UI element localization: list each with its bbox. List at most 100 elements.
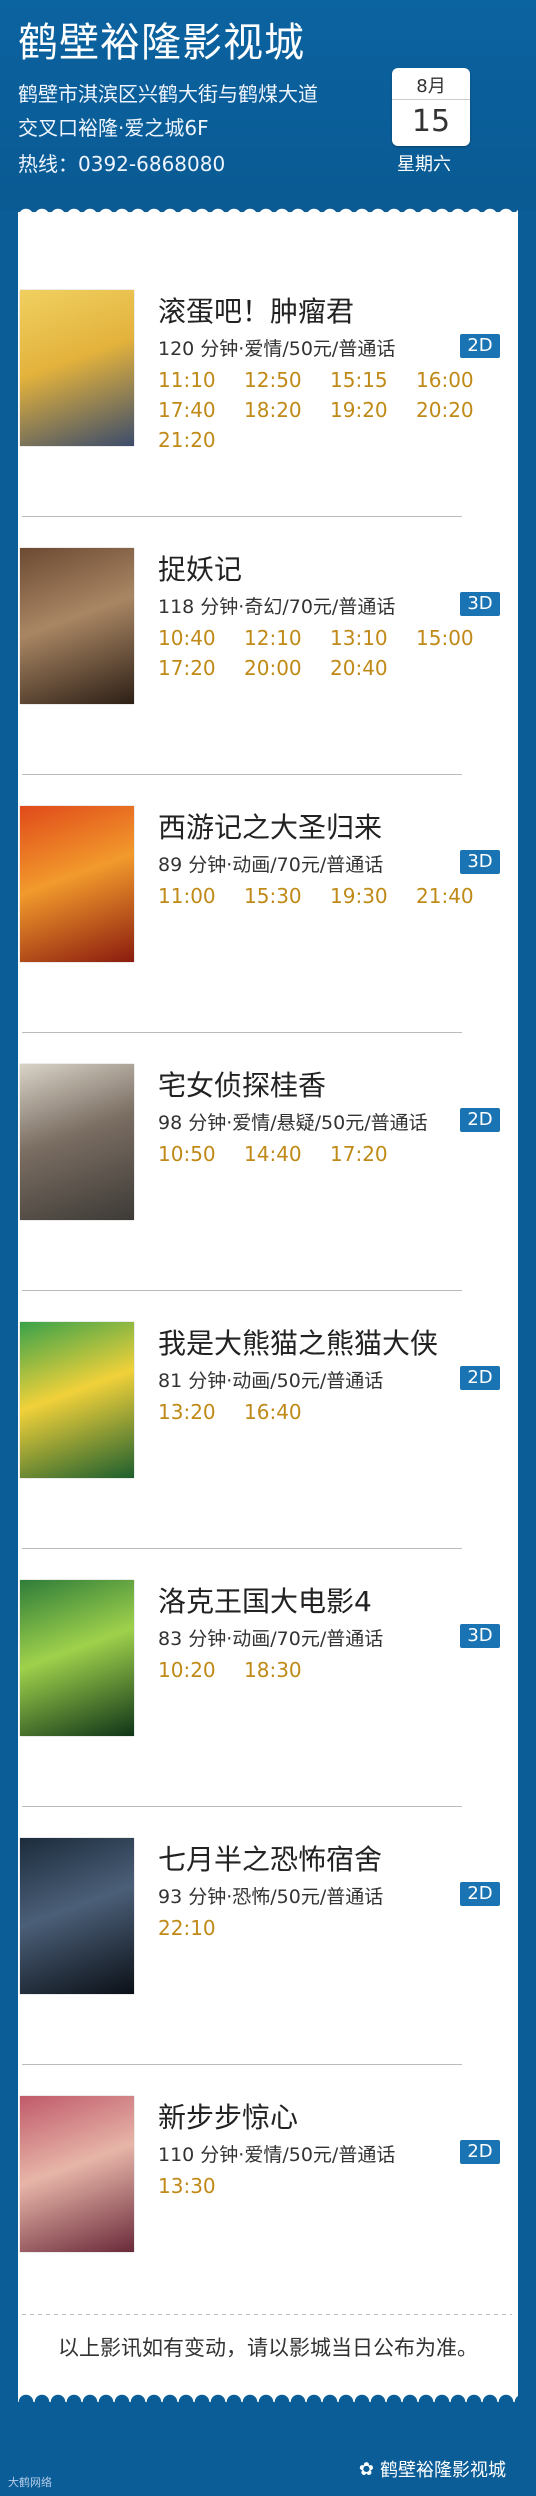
date-box: 8月 15: [392, 68, 470, 146]
watermark: 大鹤网络: [8, 2476, 52, 2489]
showtime[interactable]: 21:40: [416, 884, 492, 908]
format-badge: 3D: [460, 850, 500, 874]
showtime[interactable]: 10:20: [158, 1658, 234, 1682]
format-badge: 2D: [460, 1108, 500, 1132]
showtime[interactable]: 20:40: [330, 656, 406, 680]
movie-title[interactable]: 我是大熊猫之熊猫大侠: [158, 1322, 438, 1362]
poster-art: [20, 290, 134, 446]
movie-entry[interactable]: 我是大熊猫之熊猫大侠 81 分钟·动画/50元/普通话 2D 13:20 16:40: [18, 1322, 518, 1580]
weekday: 星期六: [397, 154, 451, 175]
movie-poster[interactable]: [20, 2096, 134, 2252]
format-badge: 3D: [460, 1624, 500, 1648]
poster-art: [20, 806, 134, 962]
showtimes: 10:50 14:40 17:20: [158, 1142, 488, 1166]
movie-title[interactable]: 七月半之恐怖宿舍: [158, 1838, 382, 1878]
movie-entry[interactable]: 宅女侦探桂香 98 分钟·爱情/悬疑/50元/普通话 2D 10:50 14:40 17:…: [18, 1064, 518, 1322]
date-month: 8月: [392, 68, 470, 100]
header: 鹤壁裕隆影视城 鹤壁市淇滨区兴鹤大街与鹤煤大道 交叉口裕隆·爱之城6F 热线：0…: [0, 0, 536, 210]
date-day: 15: [411, 104, 451, 139]
movie-info: 93 分钟·恐怖/50元/普通话: [158, 1886, 384, 1908]
movie-entry[interactable]: 洛克王国大电影4 83 分钟·动画/70元/普通话 3D 10:20 18:30: [18, 1580, 518, 1838]
movie-title[interactable]: 洛克王国大电影4: [158, 1580, 372, 1620]
showtime[interactable]: 20:00: [244, 656, 320, 680]
movie-title[interactable]: 新步步惊心: [158, 2096, 298, 2136]
address-line1: 鹤壁市淇滨区兴鹤大街与鹤煤大道: [18, 82, 318, 106]
ticket-edge-bottom: [18, 2386, 518, 2402]
hotline: 热线：0392-6868080: [18, 152, 226, 176]
movie-info: 83 分钟·动画/70元/普通话: [158, 1628, 384, 1650]
showtime[interactable]: 10:40: [158, 626, 234, 650]
showtime[interactable]: 14:40: [244, 1142, 320, 1166]
format-badge: 3D: [460, 592, 500, 616]
poster-art: [20, 1580, 134, 1736]
format-badge: 2D: [460, 334, 500, 358]
showtime[interactable]: 11:00: [158, 884, 234, 908]
showtime[interactable]: 13:10: [330, 626, 406, 650]
movie-divider: [22, 774, 462, 775]
showtime[interactable]: 12:10: [244, 626, 320, 650]
poster-art: [20, 1064, 134, 1220]
showtimes: 13:30: [158, 2174, 488, 2198]
footer-account-name: 鹤壁裕隆影视城: [380, 2460, 506, 2481]
showtimes: 13:20 16:40: [158, 1400, 488, 1424]
movie-info: 81 分钟·动画/50元/普通话: [158, 1370, 384, 1392]
poster-art: [20, 2096, 134, 2252]
movie-info: 110 分钟·爱情/50元/普通话: [158, 2144, 396, 2166]
showtime[interactable]: 10:50: [158, 1142, 234, 1166]
showtimes: 10:20 18:30: [158, 1658, 488, 1682]
showtime[interactable]: 15:00: [416, 626, 492, 650]
movie-divider: [22, 516, 462, 517]
showtime[interactable]: 17:20: [330, 1142, 406, 1166]
poster-art: [20, 1322, 134, 1478]
notice-divider: [22, 2314, 512, 2315]
address-line2: 交叉口裕隆·爱之城6F: [18, 116, 209, 140]
movie-info: 118 分钟·奇幻/70元/普通话: [158, 596, 396, 618]
movie-divider: [22, 1548, 462, 1549]
movie-entry[interactable]: 七月半之恐怖宿舍 93 分钟·恐怖/50元/普通话 2D 22:10: [18, 1838, 518, 2096]
movie-poster[interactable]: [20, 1064, 134, 1220]
showtime[interactable]: 11:10: [158, 368, 234, 392]
format-badge: 2D: [460, 2140, 500, 2164]
showtime[interactable]: 18:20: [244, 398, 320, 422]
showtime[interactable]: 21:20: [158, 428, 234, 452]
showtime[interactable]: 16:00: [416, 368, 492, 392]
movie-info: 98 分钟·爱情/悬疑/50元/普通话: [158, 1112, 428, 1134]
showtime[interactable]: 18:30: [244, 1658, 320, 1682]
showtime[interactable]: 19:20: [330, 398, 406, 422]
movie-divider: [22, 1032, 462, 1033]
format-badge: 2D: [460, 1366, 500, 1390]
showtime[interactable]: 15:15: [330, 368, 406, 392]
movie-info: 89 分钟·动画/70元/普通话: [158, 854, 384, 876]
movie-title[interactable]: 捉妖记: [158, 548, 242, 588]
wechat-icon: ✿: [358, 2458, 374, 2480]
movie-entry[interactable]: 新步步惊心 110 分钟·爱情/50元/普通话 2D 13:30: [18, 2096, 518, 2354]
movie-entry[interactable]: 捉妖记 118 分钟·奇幻/70元/普通话 3D 10:40 12:10 13:10 15:…: [18, 548, 518, 806]
showtime[interactable]: 13:30: [158, 2174, 234, 2198]
showtime[interactable]: 22:10: [158, 1916, 234, 1940]
showtime[interactable]: 17:40: [158, 398, 234, 422]
showtime[interactable]: 16:40: [244, 1400, 320, 1424]
showtime[interactable]: 15:30: [244, 884, 320, 908]
showtime[interactable]: 13:20: [158, 1400, 234, 1424]
movie-divider: [22, 2064, 462, 2065]
movie-poster[interactable]: [20, 806, 134, 962]
showtime[interactable]: 17:20: [158, 656, 234, 680]
movie-entry[interactable]: 西游记之大圣归来 89 分钟·动画/70元/普通话 3D 11:00 15:30 19:3…: [18, 806, 518, 1064]
format-badge: 2D: [460, 1882, 500, 1906]
movie-title[interactable]: 滚蛋吧！肿瘤君: [158, 290, 354, 330]
showtime[interactable]: 19:30: [330, 884, 406, 908]
showtimes: 11:10 12:50 15:15 16:00 17:40 18:20 19:20 20:20…: [158, 368, 488, 452]
movie-poster[interactable]: [20, 548, 134, 704]
showtime[interactable]: 12:50: [244, 368, 320, 392]
movie-entry[interactable]: 滚蛋吧！肿瘤君 120 分钟·爱情/50元/普通话 2D 11:10 12:50 15:1…: [18, 290, 518, 548]
showtimes: 22:10: [158, 1916, 488, 1940]
movie-poster[interactable]: [20, 1580, 134, 1736]
poster-art: [20, 1838, 134, 1994]
movie-poster[interactable]: [20, 290, 134, 446]
movie-poster[interactable]: [20, 1838, 134, 1994]
movie-title[interactable]: 宅女侦探桂香: [158, 1064, 326, 1104]
movie-poster[interactable]: [20, 1322, 134, 1478]
movie-title[interactable]: 西游记之大圣归来: [158, 806, 382, 846]
showtime[interactable]: 20:20: [416, 398, 492, 422]
footer-account[interactable]: ✿ 鹤壁裕隆影视城: [359, 2456, 506, 2482]
